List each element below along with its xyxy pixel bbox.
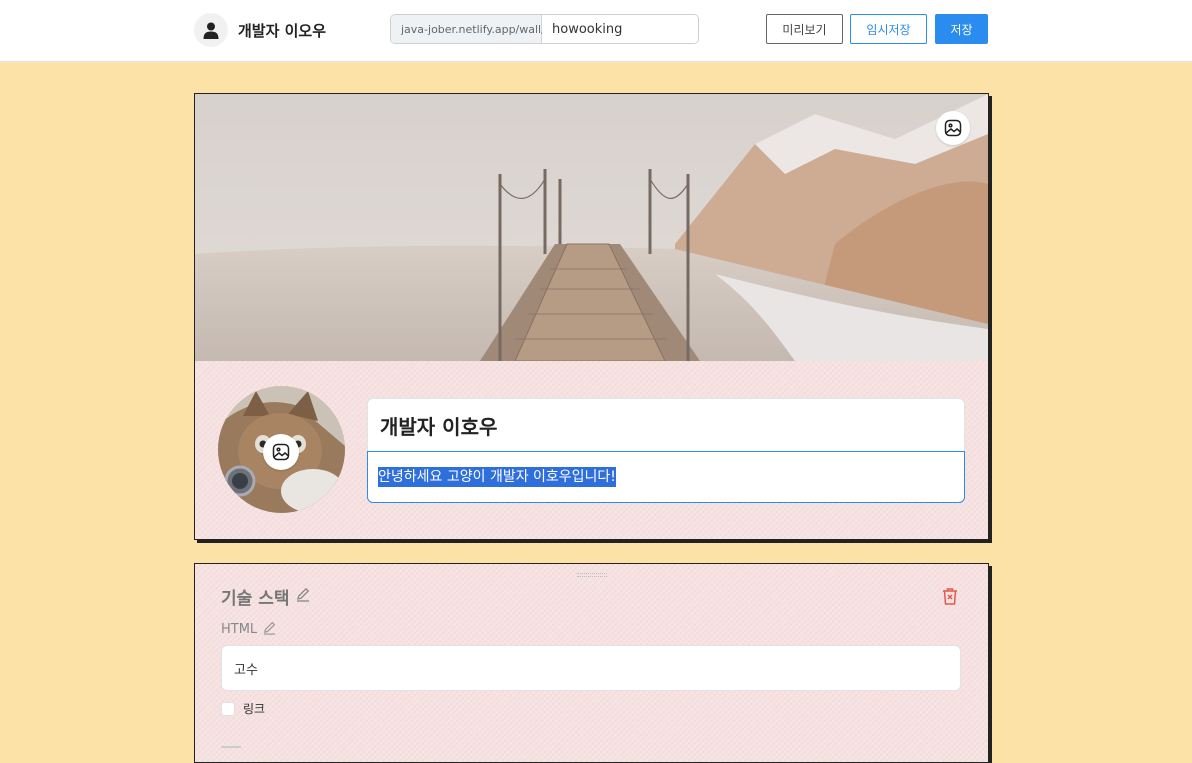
profile-intro-input[interactable]: 안녕하세요 고양이 개발자 이호우입니다!: [367, 451, 965, 503]
profile-card: 개발자 이호우 안녕하세요 고양이 개발자 이호우입니다!: [194, 93, 989, 540]
next-item-divider: [221, 746, 241, 750]
drag-handle[interactable]: [577, 573, 607, 577]
skill-name-text: HTML: [221, 622, 258, 637]
link-checkbox[interactable]: [221, 701, 235, 716]
section-title: 기술 스택: [221, 584, 311, 609]
image-edit-icon[interactable]: [263, 434, 299, 470]
skill-level-input[interactable]: 고수: [221, 645, 961, 691]
url-slug-input[interactable]: [542, 15, 698, 43]
profile-name-input[interactable]: 개발자 이호우: [367, 398, 965, 452]
pencil-icon[interactable]: [262, 620, 277, 639]
section-title-text: 기술 스택: [221, 589, 290, 609]
save-button[interactable]: 저장: [935, 14, 988, 44]
preview-button[interactable]: 미리보기: [766, 14, 843, 44]
url-prefix: java-jober.netlify.app/wall/: [391, 15, 545, 43]
skill-name: HTML: [221, 620, 277, 639]
tech-stack-card: 기술 스택 HTML 고수 링크: [194, 563, 989, 763]
link-label: 링크: [243, 702, 266, 716]
profile-name-header: 개발자 이오우: [238, 21, 327, 40]
selected-intro-text: 안녕하세요 고양이 개발자 이호우입니다!: [378, 467, 616, 487]
url-field: java-jober.netlify.app/wall/: [390, 14, 699, 44]
user-icon[interactable]: [194, 13, 228, 47]
trash-icon[interactable]: [941, 586, 959, 610]
image-edit-icon[interactable]: [936, 111, 970, 145]
cover-image: [195, 94, 988, 361]
brand: 개발자 이오우: [194, 12, 326, 48]
pencil-icon[interactable]: [295, 586, 311, 607]
top-bar: 개발자 이오우 java-jober.netlify.app/wall/ 미리보…: [0, 0, 1192, 62]
draft-save-button[interactable]: 임시저장: [850, 14, 927, 44]
link-option: 링크: [221, 700, 265, 717]
